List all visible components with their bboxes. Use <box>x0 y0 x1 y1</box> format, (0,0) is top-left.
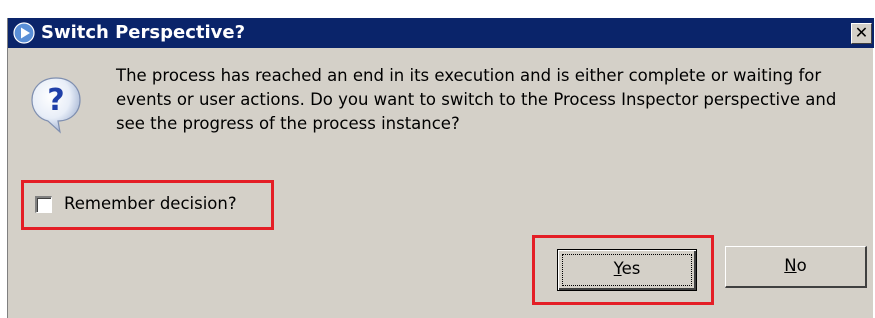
title-bar[interactable]: Switch Perspective? ✕ <box>8 18 874 48</box>
question-balloon-icon: ? <box>30 76 82 134</box>
remember-label[interactable]: Remember decision? <box>64 192 237 216</box>
remember-highlight-box: Remember decision? <box>21 180 274 230</box>
yes-button[interactable]: Yes <box>557 249 697 291</box>
close-button[interactable]: ✕ <box>851 23 872 44</box>
switch-perspective-dialog: Switch Perspective? ✕ ? The process has … <box>7 18 874 318</box>
no-button[interactable]: No <box>725 246 867 288</box>
yes-highlight-box: Yes <box>532 235 714 305</box>
close-icon: ✕ <box>854 23 869 42</box>
no-button-label: No <box>784 256 807 275</box>
dialog-message: The process has reached an end in its ex… <box>116 66 837 133</box>
remember-checkbox[interactable] <box>35 196 52 213</box>
dialog-title: Switch Perspective? <box>41 22 246 43</box>
svg-text:?: ? <box>47 83 64 118</box>
focus-rectangle <box>562 254 692 286</box>
play-arrow-icon <box>13 22 35 44</box>
